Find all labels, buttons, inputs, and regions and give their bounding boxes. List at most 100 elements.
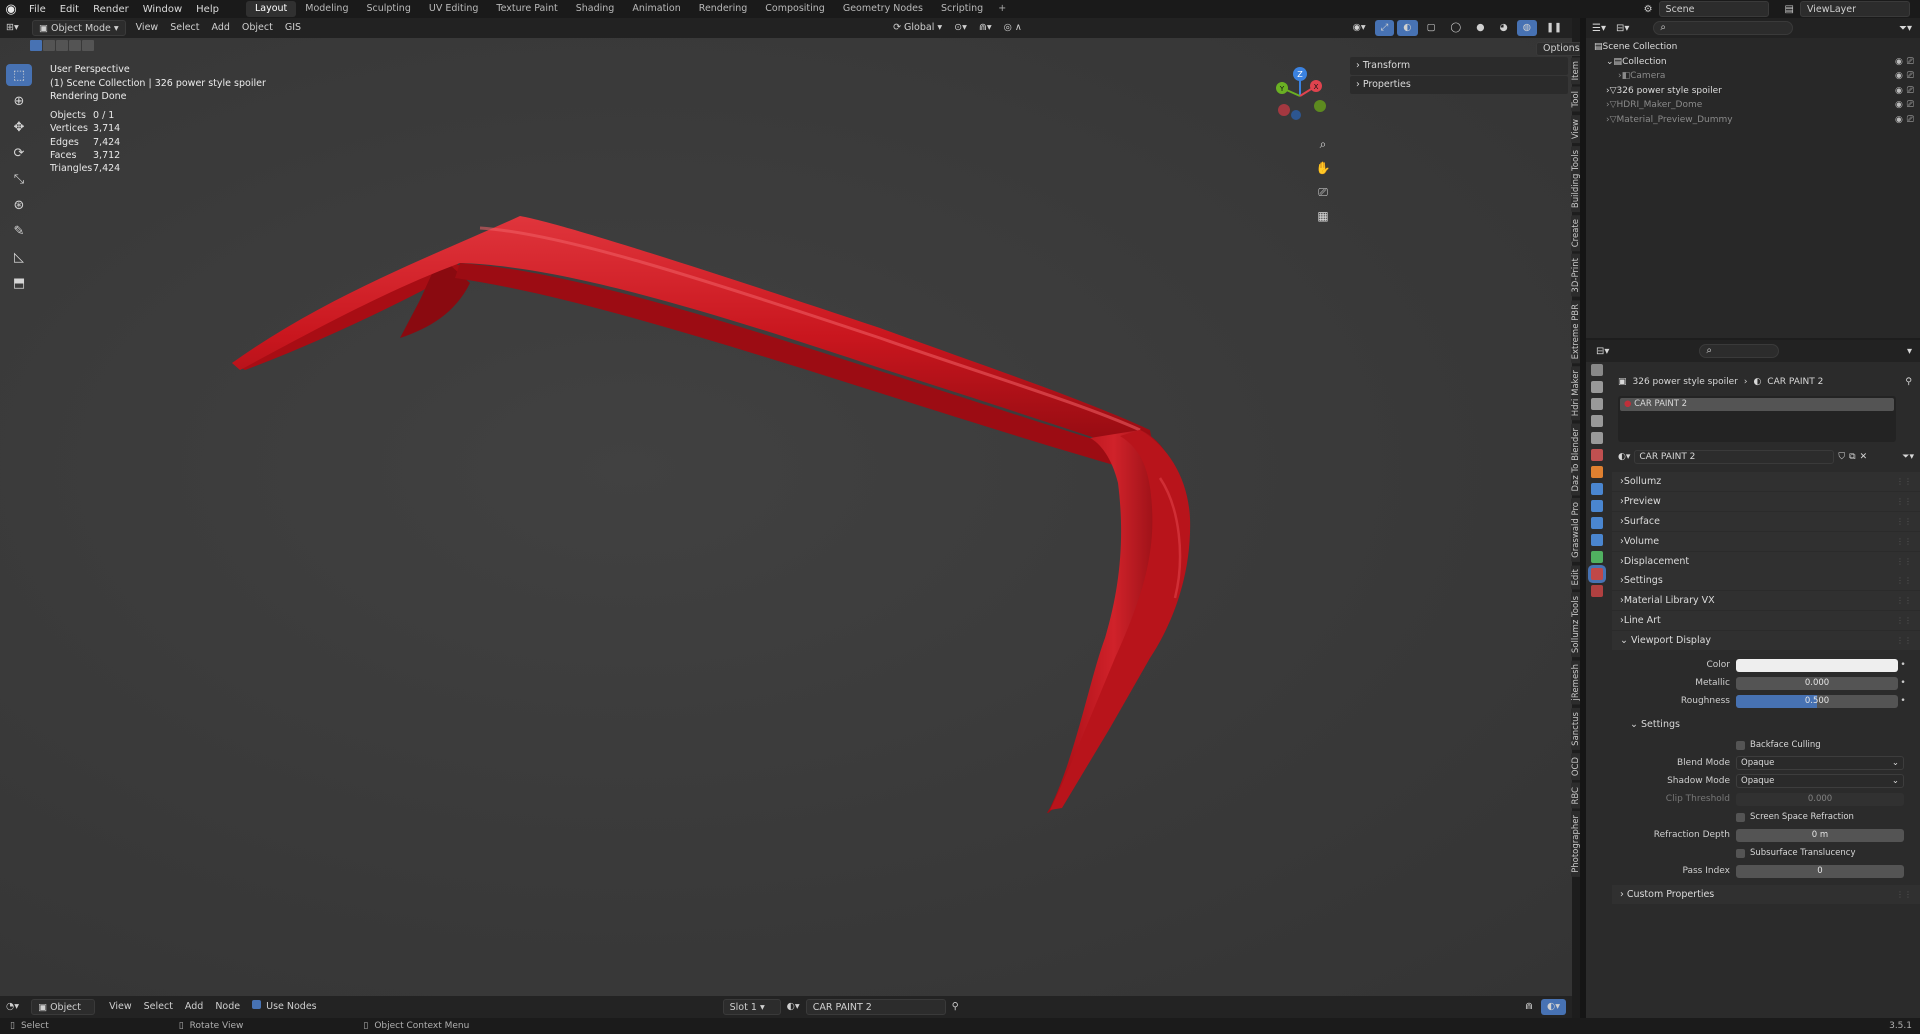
select-extend-icon[interactable] — [43, 40, 55, 51]
roughness-slider[interactable]: 0.500 — [1736, 694, 1898, 708]
modifier-tab-icon[interactable] — [1591, 483, 1603, 495]
panel-sollumz[interactable]: › Sollumz ⋮⋮ — [1612, 472, 1920, 491]
viewport-display-panel[interactable]: ⌄ Viewport Display ⋮⋮ — [1612, 631, 1920, 651]
tab-animation[interactable]: Animation — [623, 1, 689, 17]
ssr-checkbox[interactable] — [1736, 812, 1745, 822]
rotate-tool-icon[interactable]: ⟳ — [6, 142, 32, 164]
shader-menu-node[interactable]: Node — [209, 999, 246, 1015]
ssr-row[interactable]: Screen Space Refraction — [1612, 809, 1920, 825]
ortho-grid-icon[interactable]: ▦ — [1312, 208, 1334, 224]
material-tab-icon[interactable] — [1591, 568, 1603, 580]
select-intersect-icon[interactable] — [82, 40, 94, 51]
keyframe-dot-icon[interactable]: • — [1898, 678, 1908, 688]
viewport-menu-select[interactable]: Select — [164, 20, 205, 36]
annotate-tool-icon[interactable]: ✎ — [6, 220, 32, 242]
eye-icon[interactable]: ◉ — [1895, 57, 1903, 67]
menu-render[interactable]: Render — [86, 4, 136, 15]
use-nodes-checkbox[interactable]: Use Nodes — [246, 999, 323, 1015]
overlay-toggle[interactable]: ◐ — [1397, 20, 1418, 36]
material-filter-icon[interactable]: ⏷▾ — [1902, 452, 1914, 462]
properties-panel[interactable]: › Properties — [1350, 76, 1568, 94]
backface-checkbox[interactable] — [1736, 740, 1745, 750]
visibility-selector[interactable]: ◉▾ — [1347, 20, 1372, 36]
metallic-field[interactable]: 0.000 — [1736, 676, 1898, 690]
panel-grip-icon[interactable]: ⋮⋮ — [1896, 497, 1912, 506]
snap-node-icon[interactable]: ⋒ — [1519, 999, 1539, 1015]
tab-geometry-nodes[interactable]: Geometry Nodes — [834, 1, 932, 17]
select-invert-icon[interactable] — [69, 40, 81, 51]
outliner-row[interactable]: ⌄ ▤ Collection ◉ ⎚ — [1586, 55, 1920, 70]
settings-subpanel[interactable]: ⌄ Settings — [1612, 715, 1920, 733]
custom-properties-panel[interactable]: › Custom Properties ⋮⋮ — [1612, 885, 1920, 905]
add-cube-tool-icon[interactable]: ⬒ — [6, 272, 32, 294]
outliner-editor-icon[interactable]: ☰▾ — [1592, 23, 1606, 34]
scale-tool-icon[interactable]: ⤡ — [6, 168, 32, 190]
outliner-search-input[interactable]: ⌕ — [1653, 21, 1794, 35]
outliner-row[interactable]: › ▽ 326 power style spoiler ◉ ⎚ — [1586, 84, 1920, 99]
xray-toggle[interactable]: ▢ — [1421, 20, 1442, 36]
proportional-edit-toggle[interactable]: ◎ ∧ — [998, 20, 1028, 36]
pan-hand-icon[interactable]: ✋ — [1312, 160, 1334, 176]
render-camera-icon[interactable]: ⎚ — [1907, 71, 1914, 81]
material-shading-button[interactable]: ◕ — [1493, 20, 1513, 36]
panel-grip-icon[interactable]: ⋮⋮ — [1896, 517, 1912, 526]
panel-volume[interactable]: › Volume ⋮⋮ — [1612, 531, 1920, 551]
object-tab-icon[interactable] — [1591, 466, 1603, 478]
render-camera-icon[interactable]: ⎚ — [1907, 115, 1914, 125]
material-slot-item[interactable]: ● CAR PAINT 2 — [1620, 398, 1894, 411]
panel-grip-icon[interactable]: ⋮⋮ — [1896, 576, 1912, 585]
wireframe-shading-button[interactable]: ◯ — [1445, 20, 1468, 36]
editor-type-button[interactable]: ⊞▾ — [0, 20, 26, 36]
pivot-selector[interactable]: ⊙▾ — [948, 20, 973, 36]
outliner-item-label[interactable]: HDRI_Maker_Dome — [1617, 100, 1703, 110]
data-tab-icon[interactable] — [1591, 551, 1603, 563]
shader-object-selector[interactable]: ▣ Object ▾ — [31, 999, 96, 1029]
clip-threshold-field[interactable]: 0.000 — [1736, 792, 1904, 806]
panel-grip-icon[interactable]: ⋮⋮ — [1896, 557, 1912, 566]
outliner-item-label[interactable]: Camera — [1630, 71, 1665, 81]
material-name-field[interactable]: CAR PAINT 2 — [805, 999, 946, 1015]
viewport-menu-gis[interactable]: GIS — [279, 20, 307, 36]
tab-sculpting[interactable]: Sculpting — [357, 1, 419, 17]
outliner-item-label[interactable]: Material_Preview_Dummy — [1617, 115, 1733, 125]
outliner-root-row[interactable]: ▤ Scene Collection — [1586, 40, 1920, 55]
panel-grip-icon[interactable]: ⋮⋮ — [1896, 616, 1912, 625]
panel-displacement[interactable]: › Displacement ⋮⋮ — [1612, 551, 1920, 571]
material-slot-list[interactable]: ● CAR PAINT 2 — [1618, 396, 1896, 442]
tab-shading[interactable]: Shading — [567, 1, 624, 17]
properties-editor-icon[interactable]: ⊟▾ — [1596, 346, 1609, 357]
spoiler-model[interactable] — [0, 38, 1572, 996]
select-box-tool-icon[interactable]: ⬚ — [6, 64, 32, 86]
subsurface-checkbox[interactable] — [1736, 848, 1745, 858]
constraints-tab-icon[interactable] — [1591, 534, 1603, 546]
orientation-selector[interactable]: ⟳ Global ▾ — [887, 20, 948, 36]
fake-user-icon[interactable]: ⛉ — [1838, 452, 1845, 462]
snap-toggle[interactable]: ⋒▾ — [973, 20, 998, 36]
texture-tab-icon[interactable] — [1591, 585, 1603, 597]
scene-selector[interactable]: Scene — [1658, 1, 1769, 17]
menu-window[interactable]: Window — [136, 4, 189, 15]
outliner-row[interactable]: › ▽ Material_Preview_Dummy ◉ ⎚ — [1586, 113, 1920, 128]
tool-tab-icon[interactable] — [1591, 364, 1603, 376]
render-tab-icon[interactable] — [1591, 381, 1603, 393]
menu-edit[interactable]: Edit — [53, 4, 86, 15]
expand-arrow-icon[interactable]: ⌄ — [1606, 57, 1614, 67]
menu-help[interactable]: Help — [189, 4, 226, 15]
zoom-icon[interactable]: ⌕ — [1312, 136, 1334, 152]
tab-modeling[interactable]: Modeling — [296, 1, 357, 17]
tab-rendering[interactable]: Rendering — [690, 1, 757, 17]
tab-uv-editing[interactable]: UV Editing — [420, 1, 488, 17]
transform-tool-icon[interactable]: ⊛ — [6, 194, 32, 216]
panel-surface[interactable]: › Surface ⋮⋮ — [1612, 511, 1920, 531]
tab-compositing[interactable]: Compositing — [756, 1, 834, 17]
navigation-gizmo[interactable]: Z Y X — [1270, 66, 1330, 126]
physics-tab-icon[interactable] — [1591, 517, 1603, 529]
world-tab-icon[interactable] — [1591, 449, 1603, 461]
outliner-row[interactable]: › ▽ HDRI_Maker_Dome ◉ ⎚ — [1586, 98, 1920, 113]
pin-icon[interactable]: ⚲ — [946, 999, 965, 1015]
render-camera-icon[interactable]: ⎚ — [1907, 100, 1914, 110]
move-tool-icon[interactable]: ✥ — [6, 116, 32, 138]
panel-grip-icon[interactable]: ⋮⋮ — [1896, 890, 1912, 899]
refraction-depth-field[interactable]: 0 m — [1736, 828, 1904, 842]
tab-layout[interactable]: Layout — [245, 1, 297, 17]
